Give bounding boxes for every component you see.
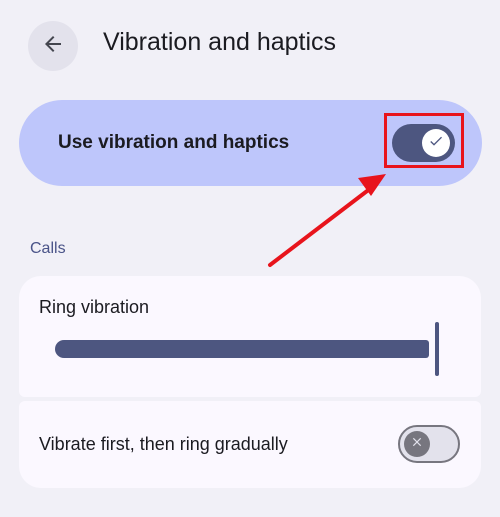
close-icon — [410, 435, 424, 454]
ring-vibration-label: Ring vibration — [39, 297, 150, 317]
page-title: Vibration and haptics — [103, 28, 337, 56]
vibrate-first-label: Vibrate first, then ring gradually — [39, 434, 288, 454]
arrow-back-icon — [41, 32, 65, 61]
toggle-thumb — [404, 431, 430, 457]
vibrate-first-card[interactable]: Vibrate first, then ring gradually — [19, 401, 481, 488]
ring-vibration-card: Ring vibration — [19, 276, 481, 397]
slider-handle[interactable] — [435, 322, 439, 376]
app-header: Vibration and haptics — [0, 0, 500, 90]
slider-active-track — [55, 340, 429, 358]
use-vibration-label: Use vibration and haptics — [58, 132, 290, 153]
annotation-highlight-box — [384, 113, 464, 168]
vibrate-first-toggle[interactable] — [398, 425, 460, 463]
back-button[interactable] — [28, 21, 78, 71]
calls-section-header: Calls — [30, 240, 66, 257]
ring-vibration-slider[interactable] — [55, 322, 439, 376]
